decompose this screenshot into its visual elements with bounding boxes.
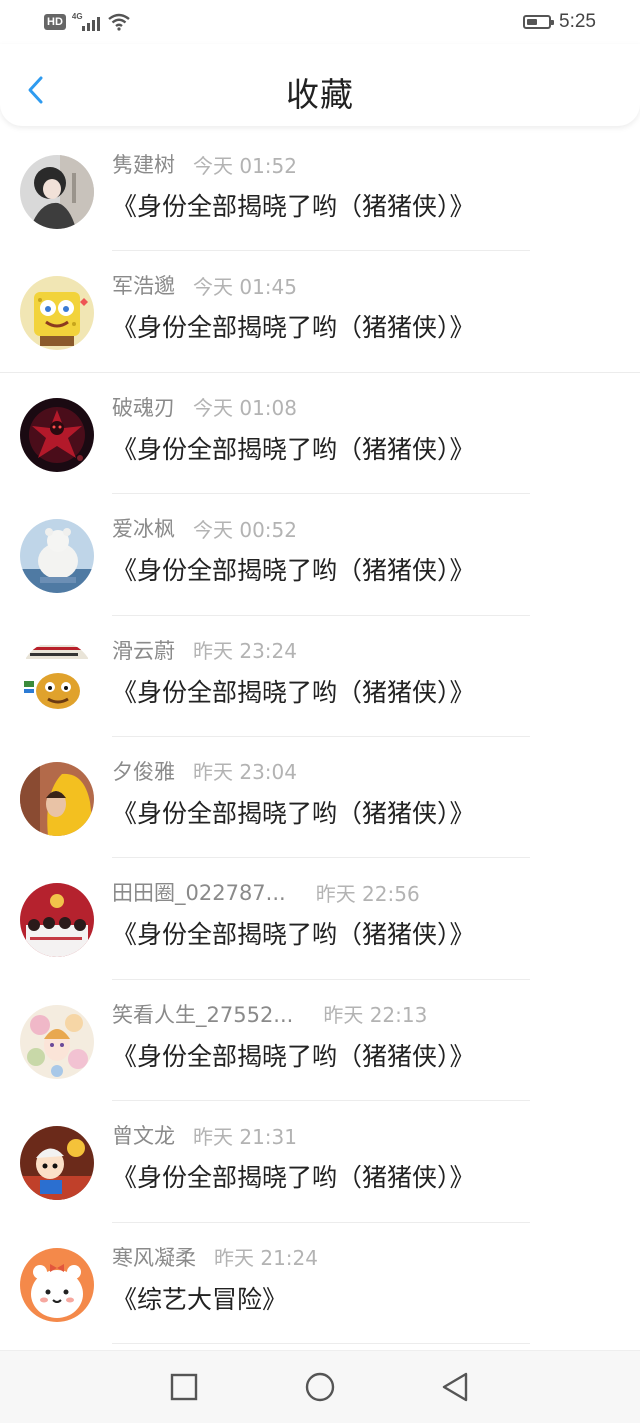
recent-apps-button[interactable]	[166, 1369, 202, 1405]
list-item[interactable]: 寒风凝柔 昨天 21:24 《综艺大冒险》	[0, 1223, 640, 1344]
avatar[interactable]	[20, 276, 94, 351]
list-item[interactable]: 夕俊雅 昨天 23:04 《身份全部揭晓了哟（猪猪侠）》	[0, 737, 640, 859]
item-meta: 军浩邈 今天 01:45	[112, 271, 297, 299]
username[interactable]: 滑云蔚	[112, 635, 175, 665]
avatar[interactable]	[20, 883, 94, 958]
username[interactable]: 田田圈_022787...	[112, 877, 286, 907]
timestamp: 今天 01:08	[193, 396, 297, 421]
item-meta: 笑看人生_27552... 昨天 22:13	[112, 1000, 427, 1028]
item-title[interactable]: 《身份全部揭晓了哟（猪猪侠）》	[112, 551, 475, 587]
list-item[interactable]: 爱冰枫 今天 00:52 《身份全部揭晓了哟（猪猪侠）》	[0, 494, 640, 616]
clock: 5:25	[559, 11, 596, 32]
status-right: 5:25	[523, 11, 596, 33]
username[interactable]: 破魂刃	[112, 392, 175, 422]
item-title[interactable]: 《身份全部揭晓了哟（猪猪侠）》	[112, 1037, 475, 1073]
system-nav-bar	[0, 1350, 640, 1423]
triangle-back-icon	[442, 1372, 468, 1402]
item-meta: 寒风凝柔 昨天 21:24	[112, 1243, 318, 1271]
list-item[interactable]: 破魂刃 今天 01:08 《身份全部揭晓了哟（猪猪侠）》	[0, 373, 640, 495]
list-item[interactable]: 笑看人生_27552... 昨天 22:13 《身份全部揭晓了哟（猪猪侠）》	[0, 980, 640, 1102]
item-title[interactable]: 《综艺大冒险》	[112, 1280, 287, 1316]
timestamp: 昨天 23:24	[193, 639, 297, 664]
wifi-icon	[108, 13, 130, 31]
username[interactable]: 隽建树	[112, 149, 175, 179]
username[interactable]: 笑看人生_27552...	[112, 999, 293, 1029]
avatar[interactable]	[20, 761, 94, 836]
list-item[interactable]: 滑云蔚 昨天 23:24 《身份全部揭晓了哟（猪猪侠）》	[0, 616, 640, 737]
battery-level	[527, 19, 538, 25]
timestamp: 昨天 22:56	[315, 881, 420, 906]
avatar[interactable]	[20, 519, 94, 594]
header: 收藏	[0, 44, 640, 126]
list-item[interactable]: 军浩邈 今天 01:45 《身份全部揭晓了哟（猪猪侠）》	[0, 251, 640, 373]
item-title[interactable]: 《身份全部揭晓了哟（猪猪侠）》	[112, 187, 475, 223]
item-meta: 夕俊雅 昨天 23:04	[112, 757, 297, 785]
favorites-list: 隽建树 今天 01:52 《身份全部揭晓了哟（猪猪侠）》 军浩邈 今天 01:4…	[0, 130, 640, 1344]
back-nav-button[interactable]	[438, 1369, 474, 1405]
avatar[interactable]	[20, 397, 94, 472]
timestamp: 昨天 23:04	[193, 760, 297, 785]
avatar[interactable]	[20, 640, 94, 715]
avatar[interactable]	[20, 155, 94, 229]
timestamp: 今天 01:52	[193, 153, 297, 178]
username[interactable]: 夕俊雅	[112, 756, 175, 786]
avatar[interactable]	[20, 1004, 94, 1079]
item-title[interactable]: 《身份全部揭晓了哟（猪猪侠）》	[112, 308, 475, 344]
hd-badge: HD	[44, 14, 66, 30]
timestamp: 昨天 21:24	[214, 1246, 318, 1271]
item-meta: 曾文龙 昨天 21:31	[112, 1121, 297, 1149]
username[interactable]: 爱冰枫	[112, 513, 175, 543]
timestamp: 昨天 21:31	[193, 1124, 297, 1149]
status-bar: HD 4G 5:25	[0, 0, 640, 44]
timestamp: 昨天 22:13	[323, 1003, 428, 1028]
list-item[interactable]: 曾文龙 昨天 21:31 《身份全部揭晓了哟（猪猪侠）》	[0, 1101, 640, 1223]
circle-icon	[305, 1372, 335, 1402]
item-meta: 田田圈_022787... 昨天 22:56	[112, 878, 420, 906]
timestamp: 今天 00:52	[193, 517, 297, 542]
battery-icon	[523, 15, 555, 29]
username[interactable]: 曾文龙	[112, 1120, 175, 1150]
username[interactable]: 寒风凝柔	[112, 1242, 196, 1272]
home-button[interactable]	[302, 1369, 338, 1405]
page-title: 收藏	[286, 75, 354, 114]
item-meta: 滑云蔚 昨天 23:24	[112, 636, 297, 664]
item-title[interactable]: 《身份全部揭晓了哟（猪猪侠）》	[112, 915, 475, 951]
list-item[interactable]: 隽建树 今天 01:52 《身份全部揭晓了哟（猪猪侠）》	[0, 130, 640, 252]
status-left: HD 4G	[44, 11, 130, 33]
divider	[112, 1342, 530, 1344]
avatar[interactable]	[20, 1126, 94, 1201]
square-icon	[170, 1373, 198, 1401]
timestamp: 今天 01:45	[193, 274, 297, 299]
item-meta: 破魂刃 今天 01:08	[112, 393, 297, 421]
signal-icon: 4G	[72, 12, 102, 32]
item-title[interactable]: 《身份全部揭晓了哟（猪猪侠）》	[112, 1158, 475, 1194]
avatar[interactable]	[20, 1247, 94, 1322]
item-meta: 隽建树 今天 01:52	[112, 150, 297, 178]
item-meta: 爱冰枫 今天 00:52	[112, 514, 297, 542]
item-title[interactable]: 《身份全部揭晓了哟（猪猪侠）》	[112, 794, 475, 830]
item-title[interactable]: 《身份全部揭晓了哟（猪猪侠）》	[112, 673, 475, 709]
list-item[interactable]: 田田圈_022787... 昨天 22:56 《身份全部揭晓了哟（猪猪侠）》	[0, 858, 640, 980]
username[interactable]: 军浩邈	[112, 270, 175, 300]
item-title[interactable]: 《身份全部揭晓了哟（猪猪侠）》	[112, 430, 475, 466]
